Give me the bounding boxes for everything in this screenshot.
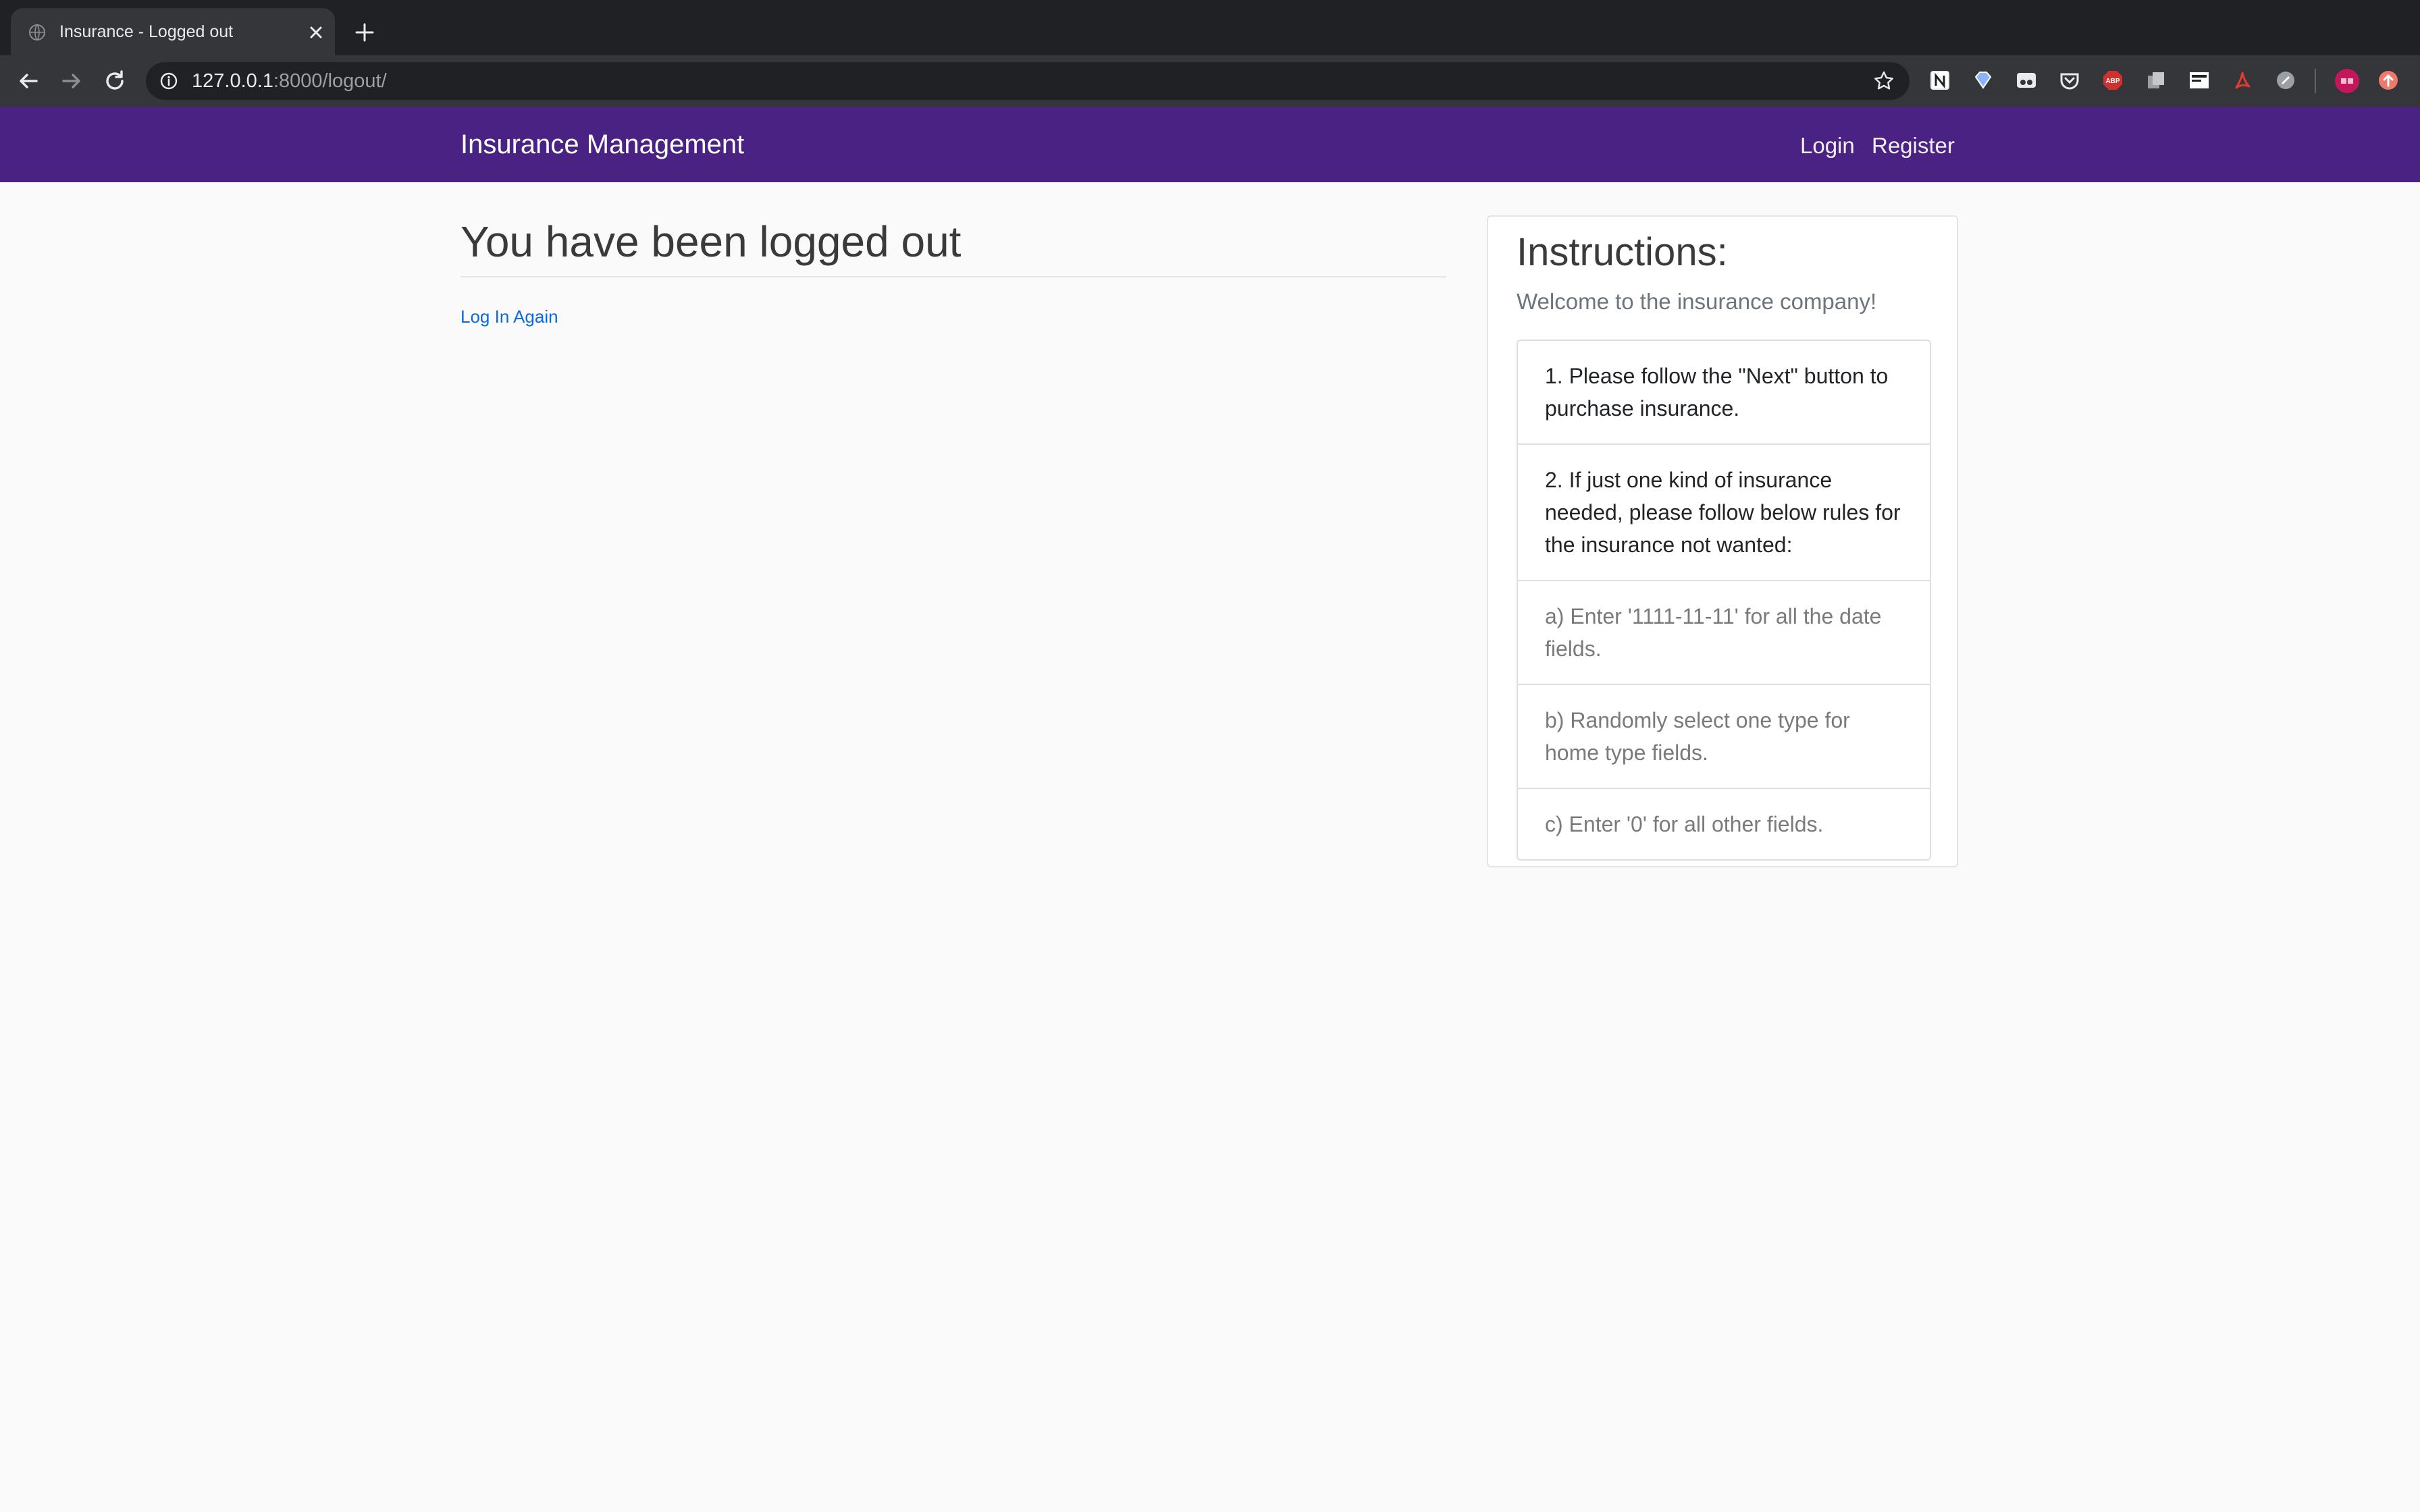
fonts-icon[interactable] bbox=[2188, 69, 2211, 92]
acrobat-icon[interactable] bbox=[2231, 69, 2254, 92]
notion-icon[interactable] bbox=[1928, 69, 1951, 92]
site-navbar: Insurance Management Login Register bbox=[0, 107, 2420, 182]
reload-icon[interactable] bbox=[101, 68, 128, 94]
edit-icon[interactable] bbox=[2274, 69, 2297, 92]
close-icon[interactable] bbox=[307, 23, 325, 42]
page-title: You have been logged out bbox=[461, 217, 962, 266]
log-in-again-link[interactable]: Log In Again bbox=[461, 306, 558, 327]
instructions-card: Instructions: Welcome to the insurance c… bbox=[1487, 215, 1958, 867]
update-icon[interactable] bbox=[2377, 69, 2400, 92]
adblock-icon[interactable]: ABP bbox=[2101, 69, 2124, 92]
info-icon[interactable] bbox=[159, 72, 178, 90]
instructions-title: Instructions: bbox=[1517, 230, 1728, 274]
globe-icon bbox=[29, 24, 45, 40]
browser-toolbar: 127.0.0.1:8000/logout/ ABP bbox=[0, 55, 2420, 107]
instructions-list: 1. Please follow the "Next" button to pu… bbox=[1517, 340, 1931, 861]
list-item: a) Enter '1111-11-11' for all the date f… bbox=[1518, 580, 1930, 684]
nav-register-link[interactable]: Register bbox=[1872, 132, 1955, 159]
nav-login-link[interactable]: Login bbox=[1800, 132, 1855, 159]
copy-icon[interactable] bbox=[2145, 69, 2167, 92]
title-divider bbox=[461, 276, 1446, 277]
instructions-subtitle: Welcome to the insurance company! bbox=[1517, 289, 1877, 314]
brand-link[interactable]: Insurance Management bbox=[461, 130, 744, 159]
back-icon[interactable] bbox=[15, 68, 42, 94]
svg-text:ABP: ABP bbox=[2105, 78, 2120, 85]
list-item: b) Randomly select one type for home typ… bbox=[1518, 684, 1930, 788]
url-host: 127.0.0.1 bbox=[192, 70, 273, 92]
reader-icon[interactable] bbox=[2015, 69, 2038, 92]
url-text[interactable]: 127.0.0.1:8000/logout/ bbox=[192, 70, 387, 92]
pocket-icon[interactable] bbox=[2058, 69, 2081, 92]
browser-tab[interactable]: Insurance - Logged out bbox=[11, 8, 335, 55]
address-bar[interactable]: 127.0.0.1:8000/logout/ bbox=[146, 62, 1910, 100]
browser-tabstrip: Insurance - Logged out bbox=[0, 0, 2420, 55]
list-item: 1. Please follow the "Next" button to pu… bbox=[1545, 364, 1889, 421]
list-item: 2. If just one kind of insurance needed,… bbox=[1518, 443, 1930, 580]
diamond-icon[interactable] bbox=[1972, 69, 1995, 92]
toolbar-separator bbox=[2315, 69, 2316, 93]
bookmark-star-icon[interactable] bbox=[1873, 70, 1895, 92]
tab-title: Insurance - Logged out bbox=[59, 22, 234, 41]
new-tab-icon[interactable] bbox=[354, 22, 375, 43]
profile-avatar[interactable] bbox=[2334, 68, 2361, 94]
url-path: :8000/logout/ bbox=[273, 70, 387, 92]
forward-icon[interactable] bbox=[58, 68, 85, 94]
list-item: c) Enter '0' for all other fields. bbox=[1518, 788, 1930, 859]
